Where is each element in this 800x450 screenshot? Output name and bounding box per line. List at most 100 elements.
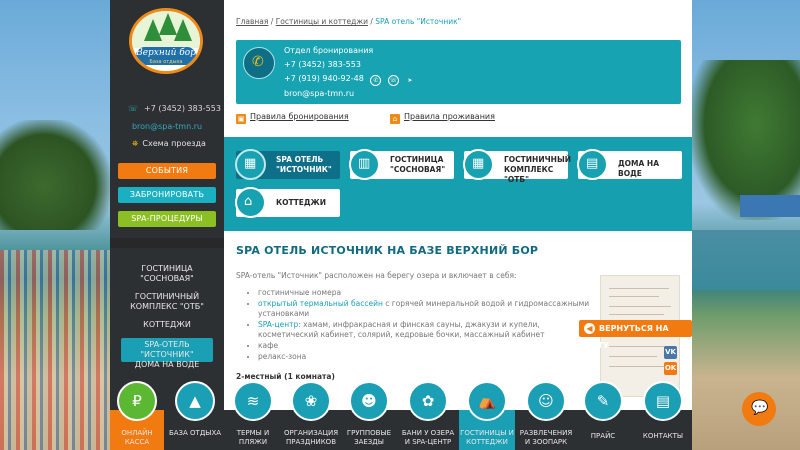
certificate-line [609,356,657,357]
telegram-icon[interactable]: ➤ [405,76,414,85]
bottom-nav-label: БАНИ У ОЗЕРА И SPA-ЦЕНТР [401,429,455,446]
sidebar-item-water-houses[interactable]: ДОМА НА ВОДЕ [110,360,224,370]
certificate-line [609,288,669,289]
certificate-line [609,314,664,315]
stay-rules-text: Правила проживания [404,112,495,121]
certificate-line [609,346,669,347]
sidebar-item-sosnovaya[interactable]: ГОСТИНИЦА "СОСНОВАЯ" [123,264,211,284]
chat-bubble-icon: 💬 [751,400,769,416]
contact-phone-2-row: +7 (919) 940-92-48 ✆ ☏ ➤ [284,74,414,86]
whatsapp-icon[interactable]: ✆ [370,75,382,86]
odnoklassniki-icon[interactable]: OK [664,362,677,375]
logo-banner: Верхний бор База отдыха [136,47,196,65]
theater-masks-icon[interactable]: ☺ [526,381,566,421]
group-icon[interactable]: ☻ [349,381,389,421]
house-icon: ⌂ [390,114,400,124]
bottom-nav-label: ПРАЙС [590,432,616,440]
bottom-nav-label: БАЗА ОТДЫХА [168,429,222,437]
background-building [740,195,800,217]
category-label: ГОСТИНИЧНЫЙ КОМПЛЕКС "ОТБ" [504,155,571,184]
balloons-icon[interactable]: ❀ [291,381,331,421]
bottom-nav-label: ГРУППОВЫЕ ЗАЕЗДЫ [346,429,392,446]
breadcrumb: Главная / Гостиницы и коттеджи / SPA оте… [236,17,461,26]
tent-icon[interactable]: ⛺ [467,381,507,421]
category-label: ГОСТИНИЦА "СОСНОВАЯ" [390,155,446,174]
category-otb[interactable]: ▦ ГОСТИНИЧНЫЙ КОМПЛЕКС "ОТБ" [463,149,571,184]
logo-subtext: База отдыха [149,59,183,65]
bottom-nav-label: КОНТАКТЫ [642,432,684,440]
breadcrumb-section[interactable]: Гостиницы и коттеджи [276,17,368,26]
background-trees-left [0,120,110,230]
book-button[interactable]: ЗАБРОНИРОВАТЬ [118,187,216,203]
arrow-left-icon: ◀ [584,323,595,334]
pool-link[interactable]: открытый термальный бассейн [258,299,383,308]
certificate-line [609,306,671,307]
vk-icon[interactable]: VK [664,346,677,359]
list-item: кафе [258,341,598,351]
contact-card-icon[interactable]: ▤ [643,381,683,421]
sidebar-email-link[interactable]: bron@spa-tmn.ru [110,122,224,131]
contact-phone-badge: ✆ [243,47,275,79]
events-button[interactable]: СОБЫТИЯ [118,163,216,179]
sidebar-phone[interactable]: ☏ +7 (3452) 383-553 [128,104,221,113]
category-label: ДОМА НА ВОДЕ [618,159,660,178]
contact-title: Отдел бронирования [284,46,374,55]
intro-text: SPA-отель "Источник" расположен на берег… [236,271,517,280]
room-type: 2-местный (1 комната) [236,372,335,381]
house-icon: ⌂ [235,187,266,218]
sidebar-item-cottages[interactable]: КОТТЕДЖИ [110,320,224,330]
map-pin-icon: ⛯ [132,139,139,148]
sidebar-phone-text: +7 (3452) 383-553 [144,104,221,113]
sidebar-map-text: Схема проезда [142,139,206,148]
swimmer-icon[interactable]: ≋ [233,381,273,421]
back-to-map-button[interactable]: ◀ ВЕРНУТЬСЯ НА КАРТУ [579,320,692,350]
contact-email[interactable]: bron@spa-tmn.ru [284,89,354,98]
category-sosnovaya[interactable]: ▥ ГОСТИНИЦА "СОСНОВАЯ" [349,149,454,180]
site-logo[interactable]: Верхний бор База отдыха [129,8,203,74]
sidebar-map-link[interactable]: ⛯ Схема проезда [132,139,206,149]
category-cottages[interactable]: ⌂ КОТТЕДЖИ [235,187,340,218]
booking-rules-link[interactable]: ▣ Правила бронирования [236,112,349,124]
phone-icon: ✆ [252,54,264,70]
contact-phone-1[interactable]: +7 (3452) 383-553 [284,60,361,69]
building-icon: ▦ [235,149,266,180]
category-spa-hotel[interactable]: ▦ SPA ОТЕЛЬ "ИСТОЧНИК" [235,149,340,180]
bottom-nav-label: РАЗВЛЕЧЕНИЯ И ЗООПАРК [519,429,573,446]
price-tag-icon[interactable]: ✎ [583,381,623,421]
list-item: релакс-зона [258,352,598,362]
list-item: SPA-центр: хамам, инфракрасная и финская… [258,320,598,340]
certificate-line [609,366,667,367]
viber-icon[interactable]: ☏ [387,75,399,86]
breadcrumb-home[interactable]: Главная [236,17,268,26]
sidebar-item-spa-hotel[interactable]: SPA-ОТЕЛЬ "ИСТОЧНИК" [121,338,213,362]
building-icon: ▦ [463,149,494,180]
sidebar-item-otb[interactable]: ГОСТИНИЧНЫЙ КОМПЛЕКС "ОТБ" [123,292,211,312]
features-list: гостиничные номера открытый термальный б… [236,288,598,363]
list-item: гостиничные номера [258,288,598,298]
lotus-icon[interactable]: ✿ [408,381,448,421]
page-title: SPA ОТЕЛЬ ИСТОЧНИК НА БАЗЕ ВЕРХНИЙ БОР [236,244,539,257]
contact-phone-2[interactable]: +7 (919) 940-92-48 [284,74,364,83]
category-tiles: ▦ SPA ОТЕЛЬ "ИСТОЧНИК" ▥ ГОСТИНИЦА "СОСН… [224,137,692,231]
pine-trees-icon[interactable]: ▲ [175,381,215,421]
breadcrumb-separator: / [268,17,276,26]
category-label: SPA ОТЕЛЬ "ИСТОЧНИК" [276,155,332,174]
certificate-line [609,296,659,297]
stay-rules-link[interactable]: ⌂ Правила проживания [390,112,495,124]
breadcrumb-current: SPA отель "Источник" [375,17,462,26]
category-water-houses[interactable]: ▤ ДОМА НА ВОДЕ [577,149,682,180]
bottom-nav-label: ТЕРМЫ И ПЛЯЖИ [236,429,270,446]
building-icon: ▤ [577,149,608,180]
spa-procedures-button[interactable]: SPA-ПРОЦЕДУРЫ [118,211,216,227]
background-lake [690,230,800,290]
spa-center-link[interactable]: SPA-центр [258,320,298,329]
phone-icon: ☏ [128,104,139,113]
chat-widget-button[interactable]: 💬 [742,392,776,426]
category-label: КОТТЕДЖИ [276,198,326,207]
main-content: Главная / Гостиницы и коттеджи / SPA оте… [224,0,692,450]
building-icon: ▥ [349,149,380,180]
lock-icon: ▣ [236,114,246,124]
cashdesk-icon[interactable]: ₽ [117,381,157,421]
bottom-nav-label: ОРГАНИЗАЦИЯ ПРАЗДНИКОВ [284,429,339,446]
logo-text: Верхний бор [136,48,196,58]
